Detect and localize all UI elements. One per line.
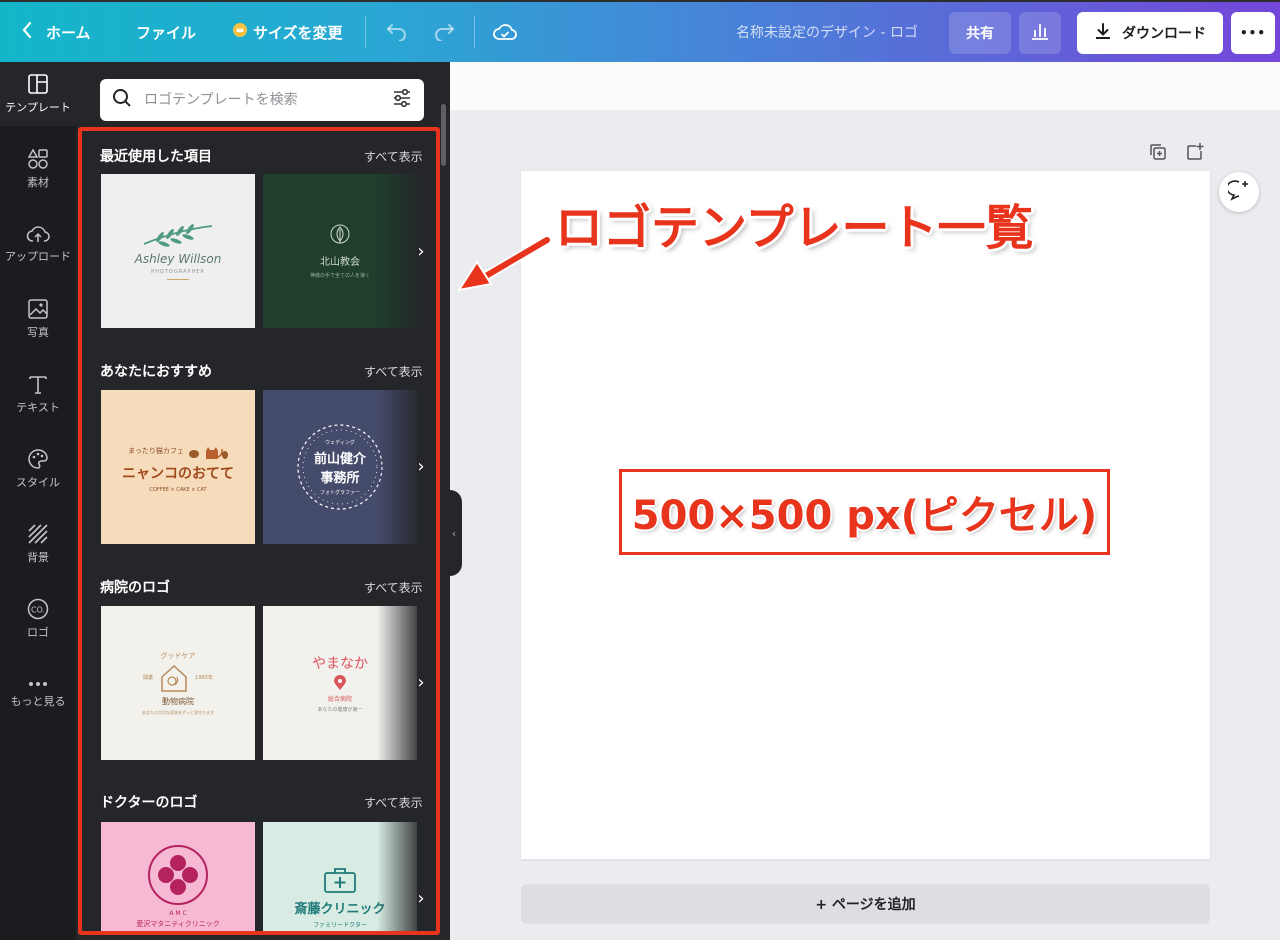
rail-label: テンプレート [5,101,71,114]
rail-item-elements[interactable]: 素材 [0,137,76,201]
top-toolbar: ホーム ファイル サイズを変更 名称未設定のデザイン - ロゴ 共有 ダウンロー… [0,0,1280,62]
undo-button[interactable] [386,2,408,62]
logo-icon: CO. [26,598,50,624]
search-input[interactable] [142,91,392,109]
more-dots-icon [27,679,49,693]
annotation-size-label: 500×500 px(ピクセル) [631,493,1098,539]
rail-label: ロゴ [27,626,49,639]
side-navigation: テンプレート 素材 アップロード 写真 テキスト スタイル 背景 CO. ロゴ … [0,62,76,940]
palette-icon [27,448,49,474]
redo-button[interactable] [433,2,455,62]
rail-item-styles[interactable]: スタイル [0,437,76,501]
download-icon [1094,22,1112,44]
resize-label: サイズを変更 [253,23,343,42]
template-icon [27,73,49,99]
comment-plus-icon [1226,179,1250,205]
rail-label: 素材 [27,176,49,189]
duplicate-icon [1148,144,1168,166]
more-options-label: ••• [1239,26,1266,40]
home-label: ホーム [46,23,91,42]
filter-sliders-icon[interactable] [392,88,412,112]
annotation-arrow-icon [456,235,552,292]
annotation-title: ロゴテンプレート一覧 [555,200,1034,256]
panel-collapse-handle[interactable]: ‹ [446,490,462,576]
panel-scrollbar[interactable] [441,104,446,166]
rail-label: 写真 [27,326,49,339]
add-new-page-button[interactable] [1185,142,1205,166]
rail-item-templates[interactable]: テンプレート [0,62,76,126]
download-label: ダウンロード [1122,26,1206,42]
text-icon [27,373,49,399]
add-page-icon [1185,143,1205,166]
rail-item-background[interactable]: 背景 [0,512,76,576]
rail-item-logos[interactable]: CO. ロゴ [0,587,76,651]
undo-icon [386,23,408,41]
cloud-check-icon [493,23,517,41]
rail-item-uploads[interactable]: アップロード [0,212,76,276]
duplicate-page-button[interactable] [1148,142,1168,166]
chevron-left-icon: ‹ [451,526,457,540]
rail-label: アップロード [5,250,71,263]
svg-text:CO.: CO. [31,606,45,615]
upload-cloud-icon [26,224,50,248]
share-label: 共有 [966,26,994,42]
search-icon [112,88,132,112]
design-title-text: 名称未設定のデザイン - ロゴ [736,25,918,41]
photo-icon [27,298,49,324]
save-status-button[interactable] [493,2,517,62]
redo-icon [433,23,455,41]
rail-item-text[interactable]: テキスト [0,362,76,426]
add-page-label: + ページを追加 [815,897,916,913]
resize-button[interactable]: サイズを変更 [233,2,343,62]
add-comment-button[interactable] [1219,172,1259,212]
toolbar-divider [474,16,475,48]
crown-icon [233,23,247,41]
file-menu-button[interactable]: ファイル [136,2,196,62]
rail-item-photos[interactable]: 写真 [0,287,76,351]
insights-button[interactable] [1019,12,1061,54]
toolbar-divider [365,16,366,48]
file-label: ファイル [136,23,197,42]
share-button[interactable]: 共有 [949,12,1011,54]
elements-icon [27,148,49,174]
add-page-button[interactable]: + ページを追加 [521,884,1210,924]
bar-chart-icon [1030,22,1050,44]
rail-item-more[interactable]: もっと見る [0,662,76,726]
annotation-size-box: 500×500 px(ピクセル) [619,469,1110,555]
rail-label: テキスト [16,401,60,414]
design-title[interactable]: 名称未設定のデザイン - ロゴ [736,2,918,62]
rail-label: もっと見る [10,695,66,708]
rail-label: スタイル [16,476,60,489]
download-button[interactable]: ダウンロード [1077,12,1223,54]
annotation-highlight-box [78,127,440,935]
canvas-header-strip [450,62,1280,110]
chevron-left-icon [22,21,32,42]
more-options-button[interactable]: ••• [1231,12,1275,54]
background-icon [27,523,49,549]
rail-label: 背景 [27,551,49,564]
home-button[interactable]: ホーム [22,2,91,62]
template-search-bar[interactable] [100,79,424,121]
